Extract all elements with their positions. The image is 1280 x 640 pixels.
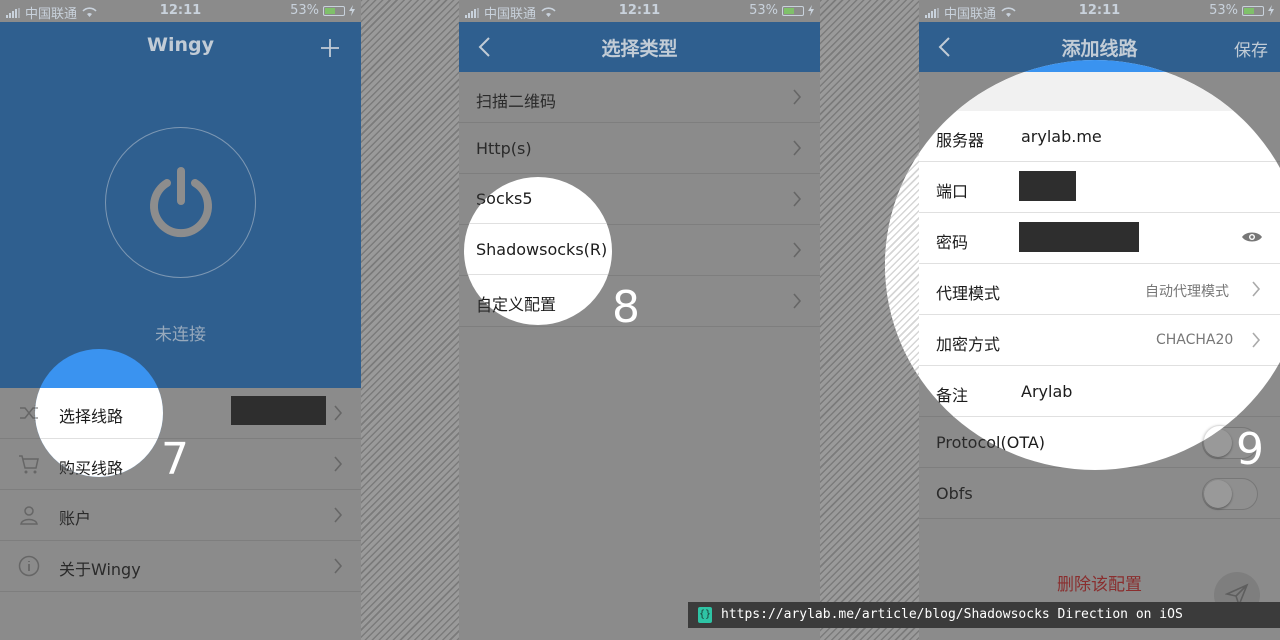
encryption-row[interactable]: 加密方式 CHACHA20 <box>919 315 1280 366</box>
power-button[interactable] <box>105 127 256 278</box>
chevron-right-icon <box>793 242 802 258</box>
battery-percent: 53% <box>290 3 319 18</box>
spotlight-row: 自定义配置 <box>464 275 612 325</box>
server-row[interactable]: 服务器 arylab.me <box>919 111 1280 162</box>
source-url[interactable]: https://arylab.me/article/blog/Shadowsoc… <box>721 607 1183 622</box>
ota-toggle-knob[interactable] <box>1203 425 1237 459</box>
redacted-route <box>231 396 326 425</box>
redacted-password <box>1019 222 1139 252</box>
step-number: 7 <box>161 434 189 485</box>
chevron-right-icon <box>334 507 343 523</box>
menu-label: 账户 <box>59 509 92 528</box>
chevron-right-icon <box>793 191 802 207</box>
step-number: 9 <box>1236 424 1264 475</box>
field-label: 备注 <box>936 386 969 405</box>
password-row[interactable]: 密码 <box>919 213 1280 264</box>
field-label: 密码 <box>936 233 969 252</box>
battery-icon <box>1242 5 1264 16</box>
charging-icon <box>808 5 814 16</box>
user-icon <box>20 506 38 525</box>
save-button[interactable]: 保存 <box>1234 36 1268 61</box>
spotlight-shadowsocks: Socks5 Shadowsocks(R) 自定义配置 <box>464 177 612 325</box>
connection-status: 未连接 <box>155 325 206 345</box>
option-label: 扫描二维码 <box>476 92 557 111</box>
spotlight-row: Socks5 <box>464 177 612 224</box>
ota-row: Protocol(OTA) <box>919 417 1280 468</box>
add-icon[interactable] <box>321 39 339 57</box>
nav-bar: Wingy <box>0 22 361 72</box>
status-bar: 中国联通 12:11 53% <box>0 0 361 22</box>
source-caption: {} https://arylab.me/article/blog/Shadow… <box>688 602 1280 628</box>
spotlight-label: Shadowsocks(R) <box>476 240 608 259</box>
field-label: Protocol(OTA) <box>936 433 1046 452</box>
chevron-right-icon <box>1252 281 1261 297</box>
option-label: Http(s) <box>476 139 532 158</box>
type-option[interactable]: 扫描二维码 <box>459 72 820 123</box>
charging-icon <box>349 5 355 16</box>
about-row[interactable]: 关于Wingy <box>0 541 361 592</box>
battery-percent: 53% <box>1209 3 1238 18</box>
page-title: Wingy <box>147 34 214 56</box>
wingy-home-screen: 中国联通 12:11 53% Wingy 未连接 选择线路 <box>0 0 361 640</box>
spotlight-label: 选择线路 <box>59 407 124 426</box>
chevron-right-icon <box>334 456 343 472</box>
status-bar: 中国联通 12:11 53% <box>459 0 820 22</box>
spotlight-label: 自定义配置 <box>476 295 557 314</box>
chevron-right-icon <box>334 558 343 574</box>
menu-label: 关于Wingy <box>59 560 141 579</box>
chevron-right-icon <box>793 293 802 309</box>
chevron-right-icon <box>793 89 802 105</box>
obfs-toggle[interactable] <box>1202 478 1258 510</box>
nav-bar: 选择类型 <box>459 22 820 72</box>
note-input[interactable]: Arylab <box>1021 382 1072 401</box>
server-input[interactable]: arylab.me <box>1021 127 1102 146</box>
spotlight-route-form: 服务器 arylab.me 端口 密码 代理模式 自动代理模式 加密方式 CHACHA… <box>885 60 1280 470</box>
shuffle-icon <box>35 407 38 419</box>
connection-panel: 未连接 <box>0 72 361 388</box>
encryption-value: CHACHA20 <box>1156 332 1234 348</box>
chevron-right-icon <box>334 405 343 421</box>
battery-icon <box>782 5 804 16</box>
field-label: 代理模式 <box>936 284 1001 303</box>
type-option[interactable]: Http(s) <box>459 123 820 174</box>
charging-icon <box>1268 5 1274 16</box>
field-label: 端口 <box>936 182 969 201</box>
code-icon: {} <box>698 607 712 623</box>
chevron-right-icon <box>793 140 802 156</box>
status-bar: 中国联通 12:11 53% <box>919 0 1280 22</box>
battery-percent: 53% <box>749 3 778 18</box>
port-row[interactable]: 端口 <box>919 162 1280 213</box>
field-label: 服务器 <box>936 131 985 150</box>
page-title: 添加线路 <box>1061 38 1138 60</box>
obfs-row: Obfs <box>919 468 1280 519</box>
field-label: 加密方式 <box>936 335 1001 354</box>
spotlight-label: 购买线路 <box>59 459 124 477</box>
chevron-right-icon <box>1252 332 1261 348</box>
page-title: 选择类型 <box>601 38 678 60</box>
step-number: 8 <box>612 282 640 333</box>
spotlight-select-route: 选择线路 购买线路 <box>35 349 163 477</box>
battery-icon <box>323 5 345 16</box>
account-row[interactable]: 账户 <box>0 490 361 541</box>
redacted-port <box>1019 171 1076 201</box>
proxy-mode-value: 自动代理模式 <box>1145 284 1229 300</box>
eye-icon[interactable] <box>1241 230 1263 244</box>
field-label: Obfs <box>936 484 973 503</box>
proxy-mode-row[interactable]: 代理模式 自动代理模式 <box>919 264 1280 315</box>
info-icon <box>18 555 40 577</box>
spotlight-label: Socks5 <box>476 189 533 208</box>
power-icon <box>150 167 212 238</box>
spotlight-row[interactable]: Shadowsocks(R) <box>464 224 612 275</box>
note-row[interactable]: 备注 Arylab <box>919 366 1280 417</box>
